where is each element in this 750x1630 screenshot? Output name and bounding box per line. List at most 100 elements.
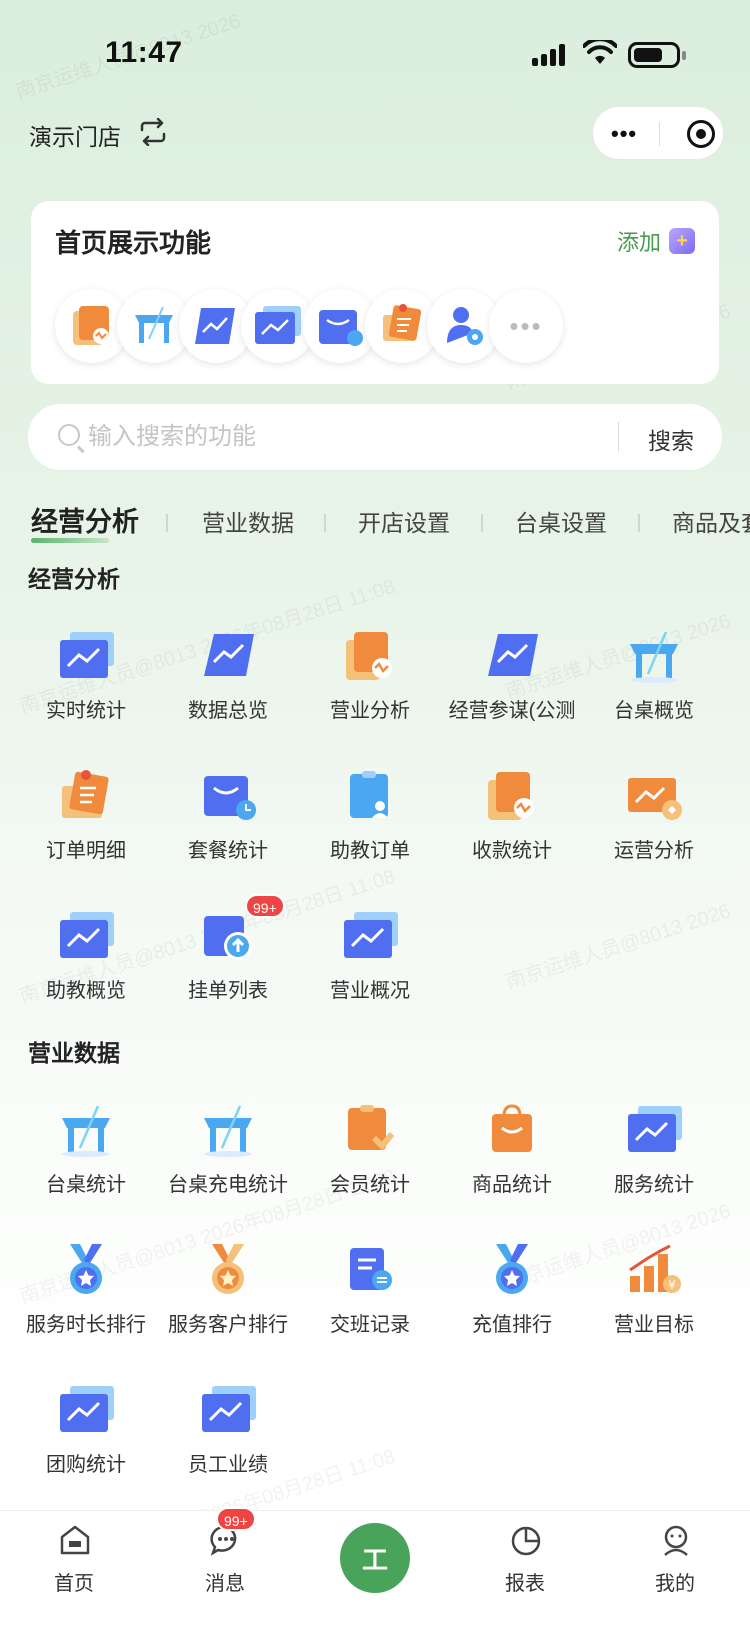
fav-more-icon[interactable]: •••	[489, 289, 563, 363]
grid-item-label: 服务统计	[614, 1174, 694, 1196]
tab-business-data[interactable]: 营业数据	[202, 504, 294, 538]
grid-item[interactable]: 助教概览	[15, 908, 157, 1018]
capsule-divider	[659, 122, 660, 146]
grid-item[interactable]: 台桌充电统计	[157, 1102, 299, 1212]
switch-store-icon[interactable]	[138, 118, 168, 146]
search-button[interactable]: 搜索	[648, 422, 694, 456]
grid-item[interactable]: 收款统计	[441, 768, 583, 878]
grid-item-label: 充值排行	[472, 1314, 552, 1336]
grid-item-label: 数据总览	[188, 700, 268, 722]
grid-item-label: 经营参谋(公测	[448, 700, 576, 722]
pie-chart-icon	[511, 1526, 541, 1556]
grid-item-label: 助教订单	[330, 840, 410, 862]
more-menu-icon[interactable]: •••	[611, 121, 637, 147]
home-icon	[60, 1525, 90, 1555]
store-name[interactable]: 演示门店	[29, 118, 121, 152]
messages-badge: 99+	[216, 1507, 256, 1531]
grid-item-label: 助教概览	[46, 980, 126, 1002]
nav-messages[interactable]: 99+ 消息	[170, 1507, 280, 1621]
tab-store-setup[interactable]: 开店设置	[358, 504, 450, 538]
grid-item[interactable]: 台桌统计	[15, 1102, 157, 1212]
tab-separator	[324, 514, 326, 532]
package-icon	[198, 768, 258, 824]
shift-icon	[340, 1242, 400, 1298]
add-featured-button[interactable]: 添加 +	[617, 225, 695, 257]
grid-item[interactable]: 套餐统计	[157, 768, 299, 878]
grid-item[interactable]: 服务时长排行	[15, 1242, 157, 1352]
grid-item[interactable]: 团购统计	[15, 1382, 157, 1492]
nav-mine-label: 我的	[655, 1573, 695, 1595]
tab-business-analysis[interactable]: 经营分析	[31, 500, 139, 539]
table-icon	[624, 628, 684, 684]
tab-active-indicator	[31, 538, 109, 543]
battery-icon	[628, 42, 686, 68]
section-title-business-data: 营业数据	[28, 1040, 120, 1066]
chart-icon	[340, 908, 400, 964]
upload-icon	[198, 908, 258, 964]
nav-workbench-button[interactable]: 工	[340, 1523, 410, 1593]
nav-mine[interactable]: 我的	[620, 1511, 730, 1621]
bag-icon	[482, 1102, 542, 1158]
grid-item[interactable]: 实时统计	[15, 628, 157, 738]
nav-home[interactable]: 首页	[19, 1511, 129, 1621]
grid-item[interactable]: 订单明细	[15, 768, 157, 878]
wifi-icon	[583, 40, 617, 64]
grid-item-label: 服务时长排行	[26, 1314, 146, 1336]
grid-item[interactable]: 运营分析	[583, 768, 725, 878]
item-badge: 99+	[245, 894, 285, 918]
grid-item-label: 营业概况	[330, 980, 410, 1002]
search-input[interactable]	[88, 418, 608, 456]
grid-item[interactable]: 经营参谋(公测	[441, 628, 583, 738]
grid-item[interactable]: 服务统计	[583, 1102, 725, 1212]
grid-item-label: 套餐统计	[188, 840, 268, 862]
grid-item[interactable]: 服务客户排行	[157, 1242, 299, 1352]
grid-item-label: 商品统计	[472, 1174, 552, 1196]
grid-item[interactable]: 台桌概览	[583, 628, 725, 738]
profile-icon	[664, 1525, 688, 1556]
add-label: 添加	[616, 230, 661, 255]
grid-item[interactable]: 营业分析	[299, 628, 441, 738]
search-divider	[618, 422, 619, 452]
grid-item-label: 台桌统计	[46, 1174, 126, 1196]
grid-item-label: 台桌充电统计	[168, 1174, 288, 1196]
grid-item[interactable]: 营业概况	[299, 908, 441, 1018]
workbench-icon: 工	[361, 1545, 388, 1576]
tab-separator	[166, 514, 168, 532]
grid-item[interactable]: 会员统计	[299, 1102, 441, 1212]
watermark: 南京运维人员@8013 2026	[503, 900, 734, 994]
medal-blue-icon	[482, 1242, 542, 1298]
grid-item-label: 团购统计	[46, 1454, 126, 1476]
grid-item[interactable]: 交班记录	[299, 1242, 441, 1352]
tab-goods[interactable]: 商品及套	[672, 504, 750, 538]
nav-reports[interactable]: 报表	[470, 1511, 580, 1621]
grid-item-label: 营业目标	[614, 1314, 694, 1336]
table-icon	[198, 1102, 258, 1158]
member-icon	[340, 1102, 400, 1158]
grid-item[interactable]: 助教订单	[299, 768, 441, 878]
featured-title: 首页展示功能	[55, 228, 212, 258]
grid-item[interactable]: 数据总览	[157, 628, 299, 738]
miniprogram-capsule: •••	[592, 106, 724, 160]
tab-table-setup[interactable]: 台桌设置	[515, 504, 607, 538]
grid-item-label: 服务客户排行	[168, 1314, 288, 1336]
target-bars-icon: ¥	[624, 1242, 684, 1298]
assistant-icon	[340, 768, 400, 824]
grid-item[interactable]: 员工业绩	[157, 1382, 299, 1492]
chart-icon	[624, 1102, 684, 1158]
grid-item[interactable]: 充值排行	[441, 1242, 583, 1352]
close-miniprogram-icon[interactable]	[687, 120, 715, 148]
medal-orange-icon	[198, 1242, 258, 1298]
grid-item[interactable]: 99+ 挂单列表	[157, 894, 299, 1018]
grid-item-label: 订单明细	[46, 840, 126, 862]
grid-item-label: 运营分析	[614, 840, 694, 862]
signal-icon	[532, 42, 572, 66]
grid-item[interactable]: 商品统计	[441, 1102, 583, 1212]
add-icon: +	[669, 228, 695, 254]
search-icon	[58, 424, 80, 446]
nav-reports-label: 报表	[505, 1573, 545, 1595]
category-tabs: 经营分析 营业数据 开店设置 台桌设置 商品及套	[0, 500, 750, 544]
grid-item-label: 营业分析	[330, 700, 410, 722]
grid-item[interactable]: ¥ 营业目标	[583, 1242, 725, 1352]
grid-item-label: 台桌概览	[614, 700, 694, 722]
order-doc-icon	[482, 768, 542, 824]
